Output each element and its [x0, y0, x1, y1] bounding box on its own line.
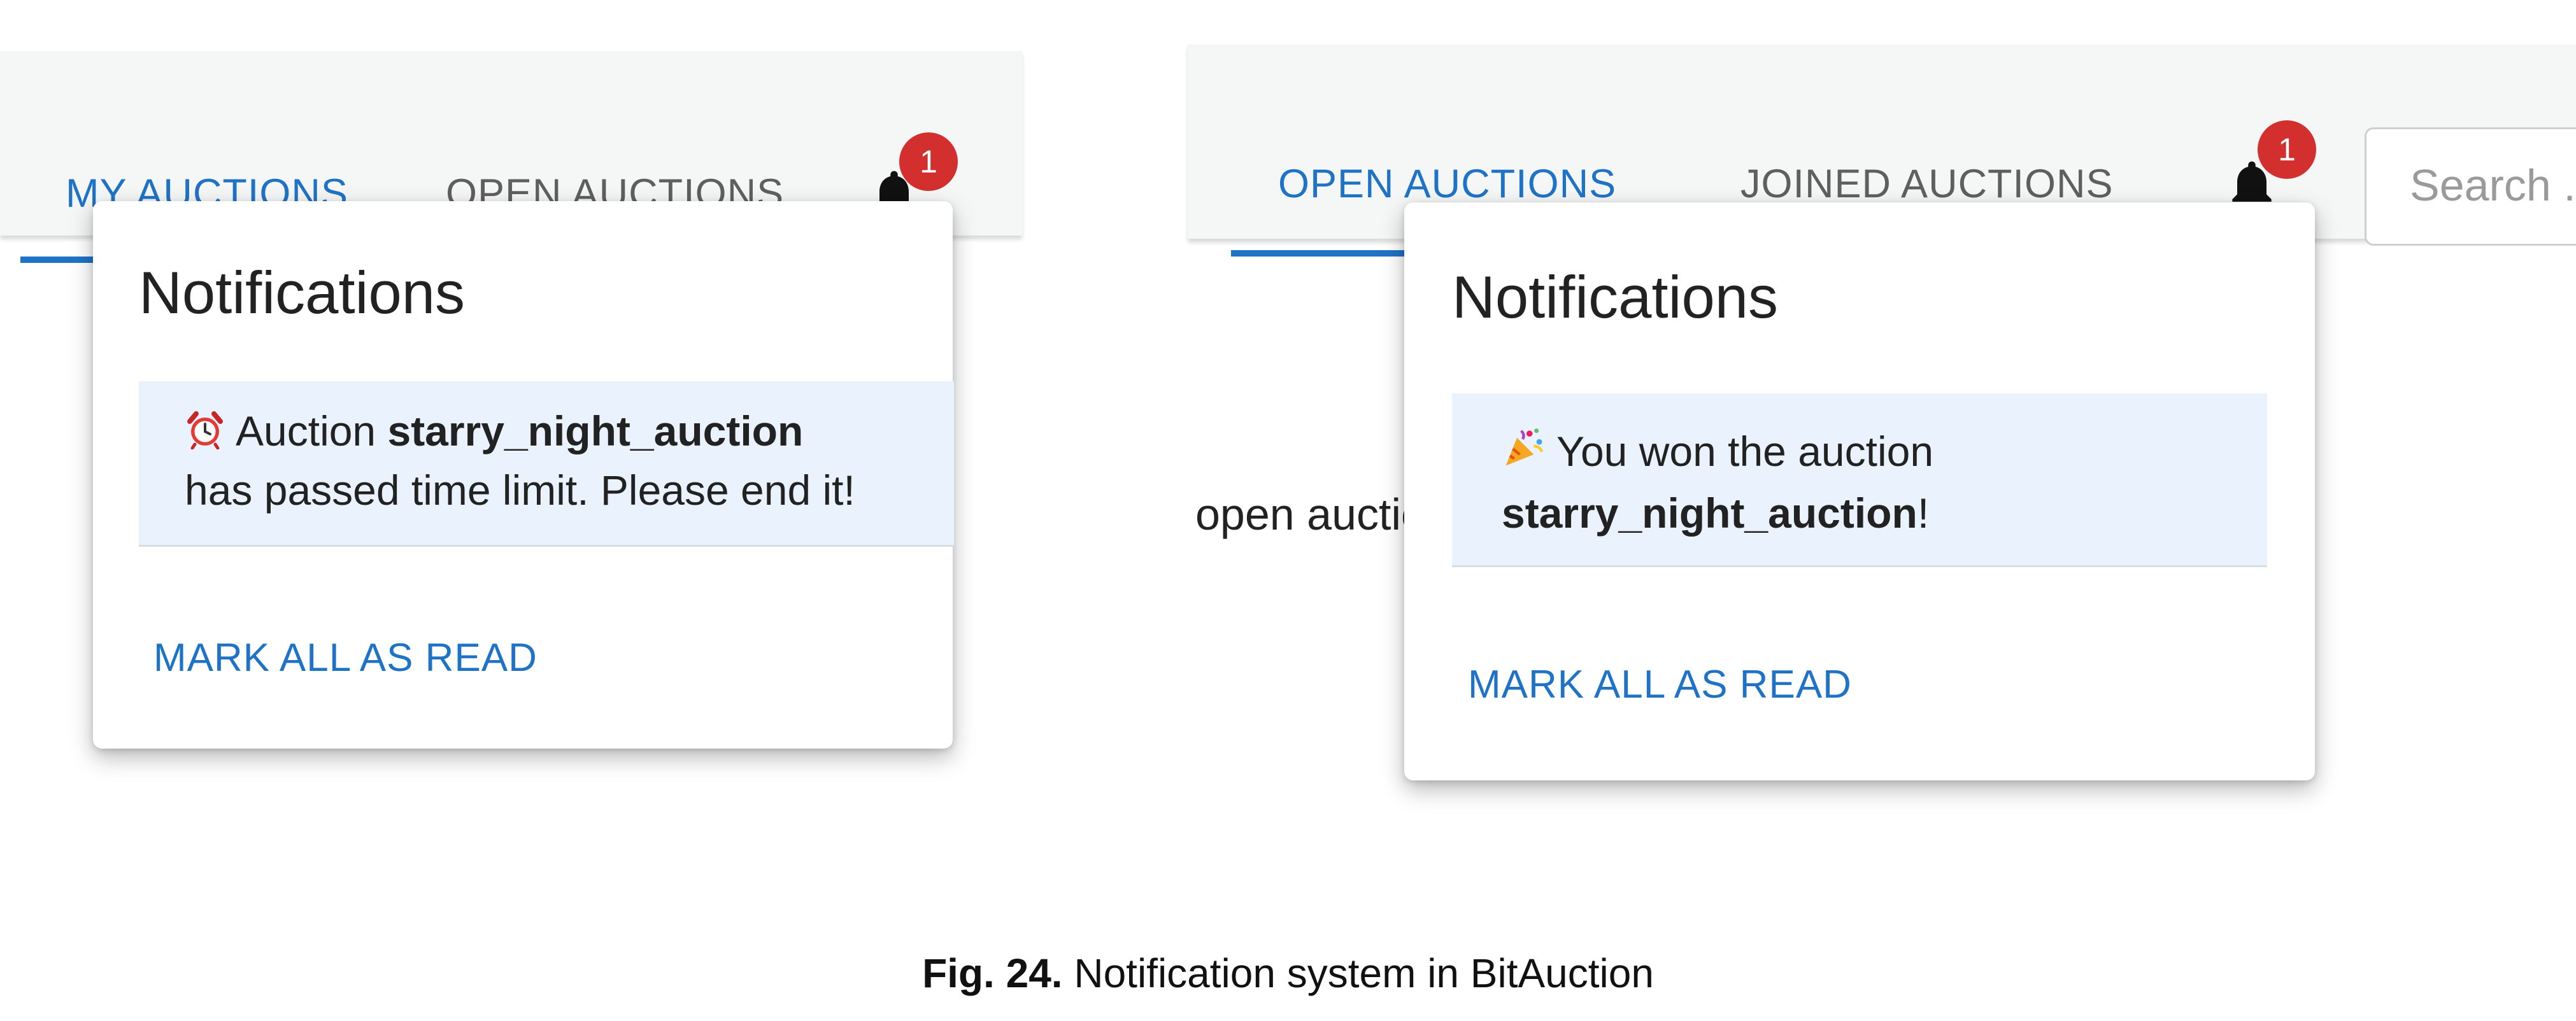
notification-count-badge: 1	[899, 132, 958, 191]
auction-name: starry_night_auction	[387, 407, 804, 454]
notification-count-badge: 1	[2258, 120, 2316, 179]
notification-line-1: Auction starry_night_auction	[185, 407, 803, 455]
search-placeholder: Search ...	[2410, 160, 2576, 210]
figure-caption: Fig. 24. Notification system in BitAucti…	[0, 950, 2576, 997]
figure-label: Fig. 24.	[922, 950, 1063, 996]
notification-prefix: Auction	[236, 407, 388, 454]
notifications-popover: Notifications You won the auction starry…	[1404, 202, 2315, 780]
notification-line-1: You won the auction	[1502, 425, 1933, 475]
popover-title: Notifications	[139, 259, 465, 326]
mark-all-read-button[interactable]: MARK ALL AS READ	[1468, 662, 1852, 707]
mark-all-read-button[interactable]: MARK ALL AS READ	[153, 635, 537, 680]
right-screenshot: OPEN AUCTIONS JOINED AUCTIONS 1 Search .…	[1188, 0, 2576, 853]
notifications-popover: Notifications Auction starry_night_aucti…	[93, 201, 954, 749]
notification-line-2: starry_night_auction!	[1502, 489, 1929, 537]
tab-open-auctions[interactable]: OPEN AUCTIONS	[1278, 161, 1616, 207]
popover-title: Notifications	[1452, 264, 1778, 330]
notification-suffix: !	[1917, 489, 1930, 537]
notification-text: You won the auction	[1556, 428, 1934, 475]
party-popper-icon	[1502, 425, 1546, 470]
auction-name: starry_night_auction	[1502, 489, 1918, 537]
notification-item[interactable]: You won the auction starry_night_auction…	[1452, 393, 2267, 567]
search-input[interactable]: Search ...	[2365, 127, 2576, 246]
figure-caption-text: Notification system in BitAuction	[1062, 950, 1654, 996]
alarm-clock-icon	[185, 409, 225, 449]
notification-item[interactable]: Auction starry_night_auction has passed …	[139, 381, 954, 547]
left-screenshot: MY AUCTIONS OPEN AUCTIONS 1 Notification…	[0, 0, 1146, 827]
notification-line-2: has passed time limit. Please end it!	[185, 467, 855, 514]
tab-joined-auctions[interactable]: JOINED AUCTIONS	[1740, 161, 2114, 207]
